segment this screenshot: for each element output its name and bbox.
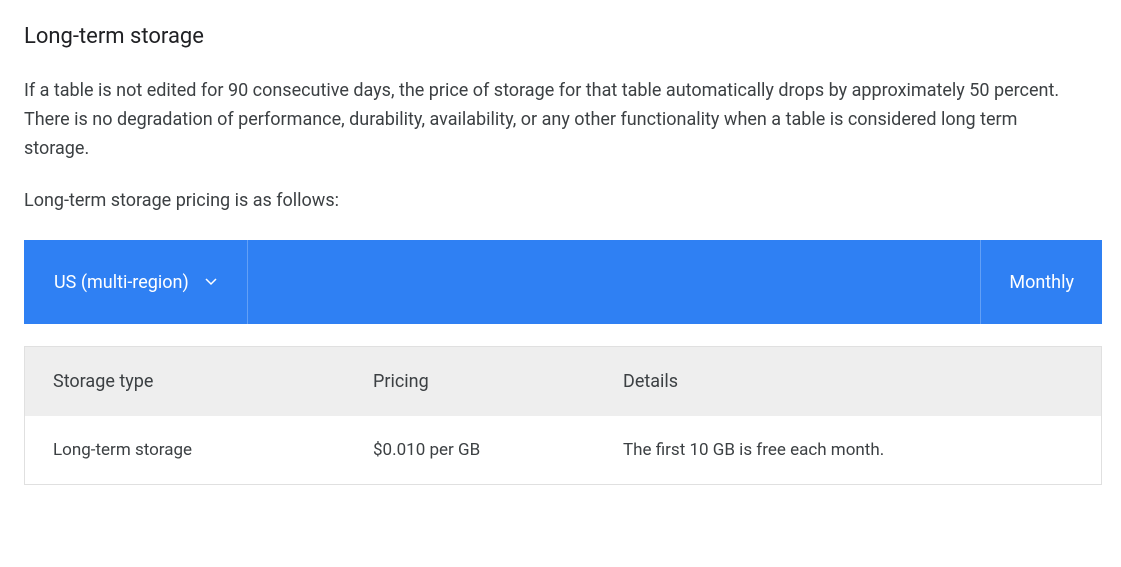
chevron-down-icon <box>205 278 217 286</box>
region-bar-spacer <box>248 240 982 324</box>
intro-paragraph: If a table is not edited for 90 consecut… <box>24 77 1084 163</box>
cell-details: The first 10 GB is free each month. <box>595 416 1101 484</box>
region-label: US (multi-region) <box>54 272 189 293</box>
table-header-row: Storage type Pricing Details <box>25 347 1101 416</box>
table-row: Long-term storage $0.010 per GB The firs… <box>25 416 1101 484</box>
header-pricing: Pricing <box>345 347 595 416</box>
header-details: Details <box>595 347 1101 416</box>
region-select[interactable]: US (multi-region) <box>24 240 248 324</box>
pricing-intro-paragraph: Long-term storage pricing is as follows: <box>24 187 1084 216</box>
region-bar: US (multi-region) Monthly <box>24 240 1102 324</box>
section-title: Long-term storage <box>24 24 1097 49</box>
billing-period-label: Monthly <box>1009 272 1074 293</box>
billing-period-toggle[interactable]: Monthly <box>981 240 1102 324</box>
pricing-table: Storage type Pricing Details Long-term s… <box>24 346 1102 485</box>
header-storage-type: Storage type <box>25 347 345 416</box>
cell-pricing: $0.010 per GB <box>345 416 595 484</box>
cell-storage-type: Long-term storage <box>25 416 345 484</box>
